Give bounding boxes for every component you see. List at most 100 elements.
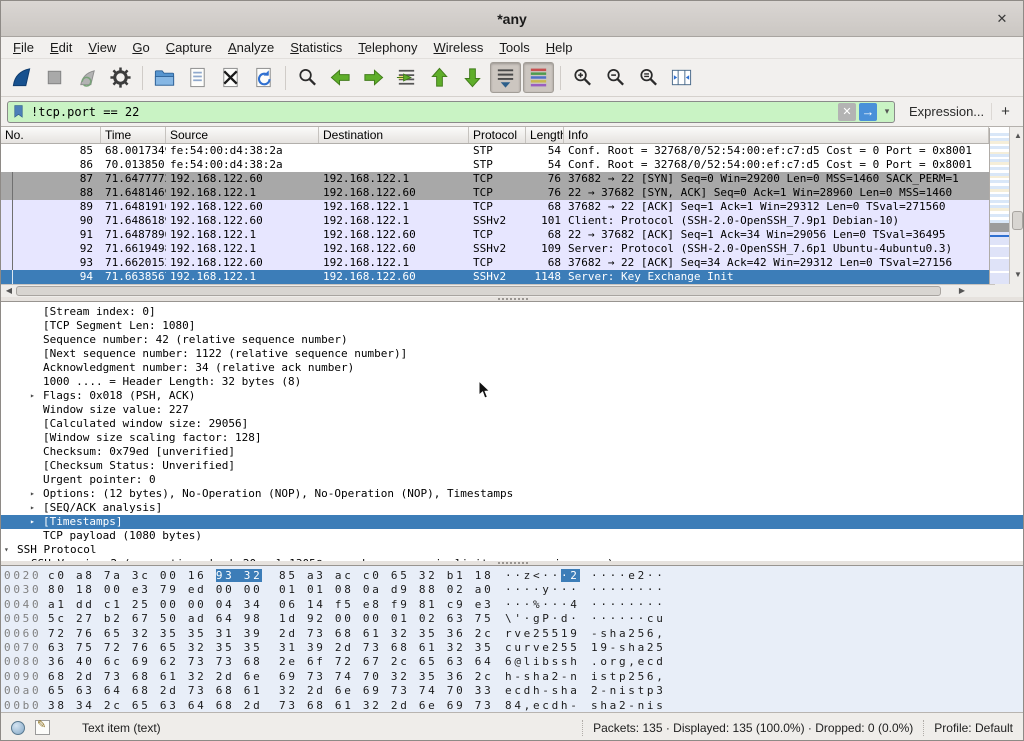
menu-analyze[interactable]: Analyze (220, 38, 282, 57)
zoom-in-button[interactable] (567, 62, 598, 93)
detail-line[interactable]: Window size value: 227 (1, 403, 1023, 417)
menu-edit[interactable]: Edit (42, 38, 80, 57)
detail-line[interactable]: [Checksum Status: Unverified] (1, 459, 1023, 473)
collapse-icon[interactable]: ▾ (4, 543, 9, 557)
filter-clear-button[interactable]: ✕ (838, 103, 856, 121)
detail-line[interactable]: 1000 .... = Header Length: 32 bytes (8) (1, 375, 1023, 389)
hex-row-0060[interactable]: 006072 76 65 32 35 35 31 392d 73 68 61 3… (4, 627, 1023, 641)
column-header-source[interactable]: Source (166, 127, 319, 143)
packet-row-87[interactable]: 8771.647777234192.168.122.60192.168.122.… (1, 172, 989, 186)
detail-line[interactable]: TCP payload (1080 bytes) (1, 529, 1023, 543)
detail-line[interactable]: Sequence number: 42 (relative sequence n… (1, 333, 1023, 347)
hex-row-0040[interactable]: 0040a1 dd c1 25 00 00 04 3406 14 f5 e8 f… (4, 598, 1023, 612)
vscroll-thumb[interactable] (1012, 211, 1023, 230)
column-header-time[interactable]: Time (101, 127, 166, 143)
filter-bookmark-icon[interactable] (8, 102, 28, 122)
detail-line[interactable]: Urgent pointer: 0 (1, 473, 1023, 487)
hex-row-00b0[interactable]: 00b038 34 2c 65 63 64 68 2d73 68 61 32 2… (4, 699, 1023, 712)
go-last-packet-button[interactable] (457, 62, 488, 93)
colorize-button[interactable] (523, 62, 554, 93)
display-filter-entry[interactable]: ✕ → ▾ (7, 101, 895, 123)
detail-line[interactable]: ▸[Timestamps] (1, 515, 1023, 529)
hex-row-0090[interactable]: 009068 2d 73 68 61 32 2d 6e69 73 74 70 3… (4, 670, 1023, 684)
detail-line[interactable]: ▸Flags: 0x018 (PSH, ACK) (1, 389, 1023, 403)
file-reload-button[interactable] (248, 62, 279, 93)
hscroll-thumb[interactable] (16, 286, 941, 296)
detail-line[interactable]: [Stream index: 0] (1, 305, 1023, 319)
expression-button[interactable]: Expression... (909, 104, 984, 119)
capture-stop-button[interactable] (39, 62, 70, 93)
menu-statistics[interactable]: Statistics (282, 38, 350, 57)
packet-row-92[interactable]: 9271.661949820192.168.122.1192.168.122.6… (1, 242, 989, 256)
resize-columns-button[interactable] (666, 62, 697, 93)
expand-icon[interactable]: ▸ (30, 501, 35, 515)
expand-icon[interactable]: ▸ (30, 487, 35, 501)
detail-line[interactable]: [TCP Segment Len: 1080] (1, 319, 1023, 333)
scroll-left-icon[interactable]: ◀ (2, 285, 16, 297)
add-filter-button[interactable]: + (991, 103, 1011, 120)
zoom-original-button[interactable] (633, 62, 664, 93)
menu-view[interactable]: View (80, 38, 124, 57)
hex-row-00a0[interactable]: 00a065 63 64 68 2d 73 68 6132 2d 6e 69 7… (4, 684, 1023, 698)
packet-row-85[interactable]: 8568.001734936fe:54:00:d4:38:2aSTP54Conf… (1, 144, 989, 158)
detail-line[interactable]: ▸[SEQ/ACK analysis] (1, 501, 1023, 515)
hex-row-0030[interactable]: 003080 18 00 e3 79 ed 00 0001 01 08 0a d… (4, 583, 1023, 597)
hex-row-0050[interactable]: 00505c 27 b2 67 50 ad 64 981d 92 00 00 0… (4, 612, 1023, 626)
expand-icon[interactable]: ▸ (30, 515, 35, 529)
hex-row-0020[interactable]: 0020c0 a8 7a 3c 00 16 93 3285 a3 ac c0 6… (4, 569, 1023, 583)
detail-line[interactable]: ▸Options: (12 bytes), No-Operation (NOP)… (1, 487, 1023, 501)
packet-row-86[interactable]: 8670.013850163fe:54:00:d4:38:2aSTP54Conf… (1, 158, 989, 172)
packet-list-minimap[interactable] (989, 128, 1009, 284)
scroll-down-icon[interactable]: ▼ (1010, 268, 1024, 282)
scroll-right-icon[interactable]: ▶ (955, 285, 969, 297)
packet-row-90[interactable]: 9071.648618924192.168.122.60192.168.122.… (1, 214, 989, 228)
column-header-length[interactable]: Length (526, 127, 564, 143)
go-to-packet-button[interactable] (391, 62, 422, 93)
detail-line[interactable]: Checksum: 0x79ed [unverified] (1, 445, 1023, 459)
column-header-protocol[interactable]: Protocol (469, 127, 526, 143)
find-packet-button[interactable] (292, 62, 323, 93)
go-first-packet-button[interactable] (424, 62, 455, 93)
packet-row-88[interactable]: 8871.648146932192.168.122.1192.168.122.6… (1, 186, 989, 200)
menu-tools[interactable]: Tools (491, 38, 537, 57)
hex-row-0070[interactable]: 007063 75 72 76 65 32 35 3531 39 2d 73 6… (4, 641, 1023, 655)
packet-row-94[interactable]: 9471.663856741192.168.122.1192.168.122.6… (1, 270, 989, 284)
display-filter-input[interactable] (28, 102, 838, 122)
file-save-button[interactable] (182, 62, 213, 93)
scroll-up-icon[interactable]: ▲ (1010, 129, 1024, 143)
autoscroll-button[interactable] (490, 62, 521, 93)
detail-line[interactable]: [Calculated window size: 29056] (1, 417, 1023, 431)
detail-line[interactable]: [Window size scaling factor: 128] (1, 431, 1023, 445)
capture-start-button[interactable] (6, 62, 37, 93)
packet-bytes-pane[interactable]: 0020c0 a8 7a 3c 00 16 93 3285 a3 ac c0 6… (1, 565, 1023, 712)
hex-row-0080[interactable]: 008036 40 6c 69 62 73 73 682e 6f 72 67 2… (4, 655, 1023, 669)
packet-row-93[interactable]: 9371.662015274192.168.122.60192.168.122.… (1, 256, 989, 270)
filter-apply-button[interactable]: → (859, 103, 877, 121)
zoom-out-button[interactable] (600, 62, 631, 93)
packet-list-hscrollbar[interactable]: ◀ ▶ (1, 284, 997, 297)
capture-restart-button[interactable] (72, 62, 103, 93)
capture-comment-icon[interactable] (35, 720, 50, 735)
file-open-button[interactable] (149, 62, 180, 93)
expert-info-icon[interactable] (11, 721, 25, 735)
menu-wireless[interactable]: Wireless (426, 38, 492, 57)
detail-line[interactable]: [Next sequence number: 1122 (relative se… (1, 347, 1023, 361)
packet-row-89[interactable]: 8971.648191037192.168.122.60192.168.122.… (1, 200, 989, 214)
detail-line[interactable]: ▾SSH Protocol (1, 543, 1023, 557)
capture-options-button[interactable] (105, 62, 136, 93)
column-header-no[interactable]: No. (1, 127, 101, 143)
close-window-button[interactable]: ✕ (993, 10, 1011, 28)
file-close-button[interactable] (215, 62, 246, 93)
expand-icon[interactable]: ▸ (30, 389, 35, 403)
packet-row-91[interactable]: 9171.648789678192.168.122.1192.168.122.6… (1, 228, 989, 242)
filter-history-dropdown-icon[interactable]: ▾ (880, 106, 894, 117)
detail-line[interactable]: Acknowledgment number: 34 (relative ack … (1, 361, 1023, 375)
profile-label[interactable]: Profile: Default (934, 721, 1013, 735)
menu-help[interactable]: Help (538, 38, 581, 57)
menu-go[interactable]: Go (124, 38, 157, 57)
menu-file[interactable]: File (5, 38, 42, 57)
packet-list-vscrollbar[interactable]: ▲ ▼ (1009, 127, 1024, 284)
column-header-info[interactable]: Info (564, 127, 989, 143)
menu-telephony[interactable]: Telephony (350, 38, 425, 57)
menu-capture[interactable]: Capture (158, 38, 220, 57)
